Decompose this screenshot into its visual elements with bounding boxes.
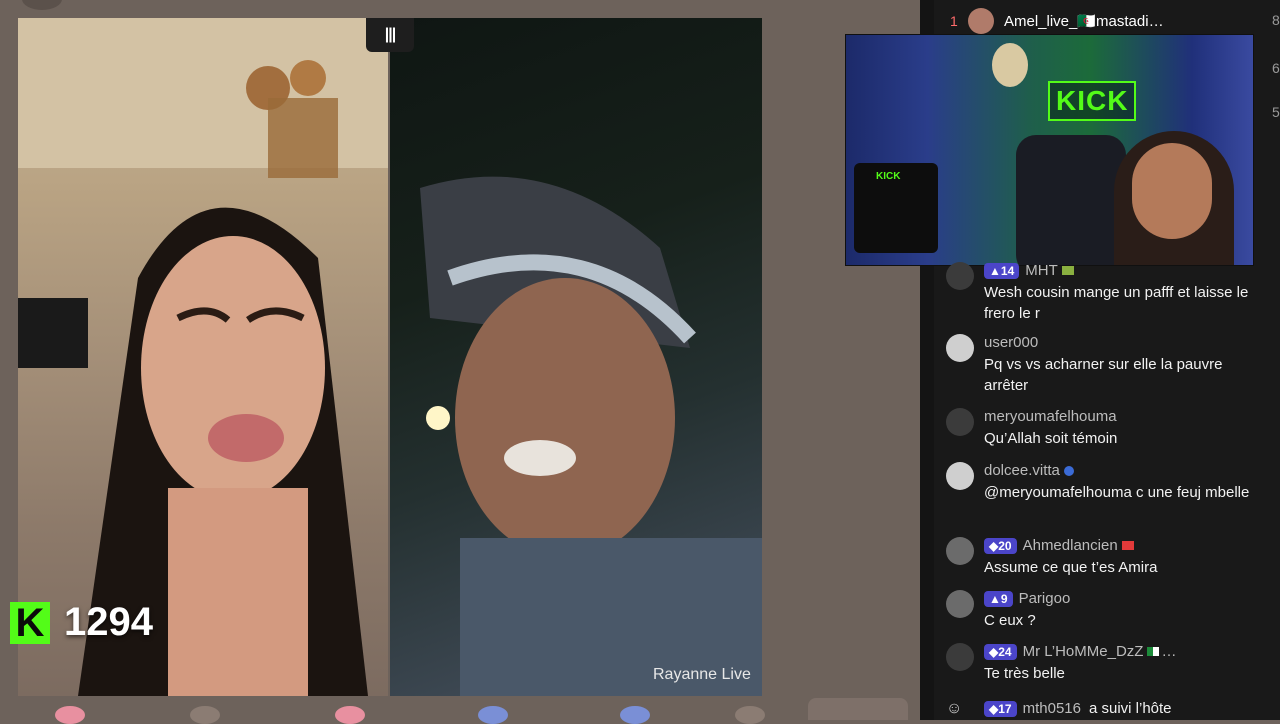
viewer-count: 1294: [64, 600, 153, 644]
chat-text: Pq vs vs acharner sur elle la pauvre arr…: [984, 356, 1223, 394]
level-badge: ▲9: [984, 590, 1013, 607]
avatar: [946, 334, 974, 362]
gift-icon[interactable]: [735, 706, 765, 724]
ellipsis: …: [1161, 643, 1177, 660]
follow-user-icon: ☺: [946, 700, 963, 717]
avatar: [946, 262, 974, 290]
chat-username[interactable]: Parigoo: [1019, 590, 1071, 607]
chat-text: Assume ce que t’es Amira: [984, 559, 1158, 576]
kick-logo-icon: K: [10, 601, 50, 644]
chat-username[interactable]: meryoumafelhouma: [984, 408, 1117, 425]
gift-icon[interactable]: [478, 706, 508, 724]
top-control[interactable]: [22, 0, 62, 10]
chat-text: Wesh cousin mange un pafff et laisse le …: [984, 284, 1249, 322]
follow-username[interactable]: mth0516: [1023, 700, 1081, 717]
kick-counter-badge: K 1294: [10, 600, 153, 645]
follow-notification: ◆17 mth0516 a suivi l’hôte: [984, 700, 1172, 717]
avatar: [968, 8, 994, 34]
level-badge: ▲14: [984, 262, 1020, 279]
chat-username[interactable]: dolcee.vitta: [984, 462, 1060, 479]
avatar: [946, 462, 974, 490]
badge-icon: [1063, 465, 1074, 476]
left-video-scene: [18, 18, 388, 696]
avatar: [946, 408, 974, 436]
flag-icon: [1061, 266, 1074, 275]
chat-username[interactable]: MHT: [1025, 262, 1058, 279]
avatar: [946, 643, 974, 671]
leaderboard-rank: 1: [950, 13, 958, 29]
chat-username[interactable]: Mr L’HoMMe_DzZ: [1023, 643, 1144, 660]
gift-icon[interactable]: [335, 706, 365, 724]
left-video-feed: [18, 18, 388, 696]
chat-username[interactable]: Ahmedlancien: [1023, 537, 1118, 554]
leaderboard-row[interactable]: 1 Amel_live_🇩🇿mastadi…: [950, 8, 1164, 34]
chat-text: C eux ?: [984, 612, 1036, 629]
level-badge: ◆20: [984, 537, 1017, 554]
gift-bar: [0, 698, 920, 724]
gaming-chair: [1016, 135, 1126, 265]
level-badge: ◆17: [984, 700, 1017, 717]
flag-icon: [1121, 541, 1134, 550]
level-badge: ◆24: [984, 643, 1017, 660]
right-video-scene: [420, 176, 762, 696]
side-number: 6: [1272, 60, 1280, 76]
shirt-label: KICK: [876, 171, 901, 182]
leaderboard-name: Amel_live_🇩🇿mastadi…: [1004, 13, 1164, 30]
gift-tray[interactable]: [808, 698, 908, 720]
gift-icon[interactable]: [190, 706, 220, 724]
chat-text: Te très belle: [984, 665, 1065, 682]
avatar: [946, 590, 974, 618]
side-number: 5: [1272, 104, 1280, 120]
chat-text: @meryoumafelhouma c une feuj mbelle: [984, 484, 1250, 501]
avatar: [946, 537, 974, 565]
chat-text: Qu’Allah soit témoin: [984, 430, 1118, 447]
follow-action-text: a suivi l’hôte: [1088, 700, 1172, 717]
streamer-webcam: KICK KICK: [845, 34, 1254, 266]
video-watermark: Rayanne Live: [653, 666, 751, 683]
stream-stage: Rayanne Live ||| K 1294: [0, 0, 920, 724]
gift-icon[interactable]: [55, 706, 85, 724]
flag-icon: [1147, 647, 1160, 656]
gift-icon[interactable]: [620, 706, 650, 724]
right-video-feed: Rayanne Live: [390, 18, 762, 696]
streamer-face: [1132, 143, 1212, 239]
side-number: 8: [1272, 12, 1280, 28]
kick-neon-sign: KICK: [1048, 81, 1137, 121]
kick-shirt: KICK: [854, 163, 938, 253]
split-view-icon[interactable]: |||: [366, 18, 414, 52]
mascot-icon: [992, 43, 1028, 87]
chat-username[interactable]: user000: [984, 334, 1038, 351]
